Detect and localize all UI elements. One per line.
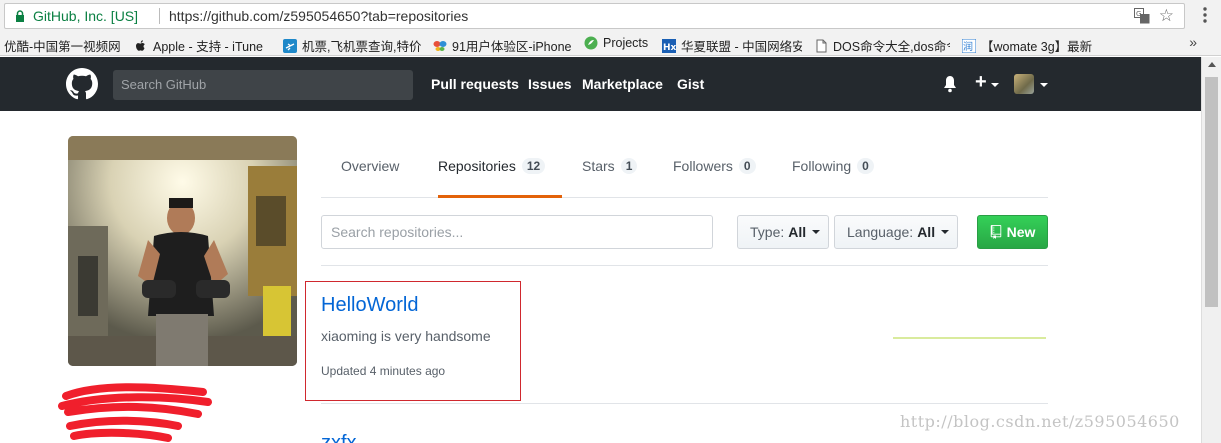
language-filter-dropdown[interactable]: Language: All [834, 215, 958, 249]
followers-counter: 0 [738, 158, 756, 174]
flight-icon [283, 38, 297, 53]
new-repository-button[interactable]: New [977, 215, 1048, 249]
apple-icon [136, 39, 145, 51]
butterfly-icon [433, 40, 447, 51]
bookmarks-bar: 优酷-中国第一视频网 Apple - 支持 - iTune 机票,飞机票查询,特… [0, 32, 1221, 56]
nav-pull-requests[interactable]: Pull requests [431, 76, 519, 92]
repo-description: xiaoming is very handsome [321, 328, 491, 344]
bookmark-label: Projects [603, 36, 649, 50]
lock-icon [16, 10, 24, 22]
svg-text:G: G [1136, 10, 1141, 18]
chevron-down-icon [812, 230, 821, 234]
page-icon [816, 39, 827, 52]
repo-activity-sparkline [893, 337, 1046, 339]
type-filter-value: All [788, 224, 807, 240]
chrome-menu-icon[interactable] [1203, 6, 1207, 24]
svg-text:Hx: Hx [663, 43, 676, 53]
site-identity[interactable]: GitHub, Inc. [US] [33, 8, 138, 24]
bookmark-label: 优酷-中国第一视频网 [4, 40, 121, 54]
bookmark-womate[interactable]: 润 【womate 3g】最新 [962, 36, 1100, 55]
repo-name-link[interactable]: zxfx [321, 432, 357, 443]
scroll-up-arrow-icon[interactable] [1208, 62, 1216, 67]
divider [321, 403, 1048, 404]
address-bar[interactable]: GitHub, Inc. [US] https://github.com/z59… [4, 3, 1185, 29]
profile-tabs: Overview Repositories 12 Stars 1 Followe… [321, 136, 1048, 198]
divider [321, 265, 1048, 266]
bookmark-projects[interactable]: Projects [584, 36, 656, 50]
following-counter: 0 [857, 158, 874, 174]
bookmark-label: 机票,飞机票查询,特价 [302, 40, 421, 54]
bookmark-label: 华夏联盟 - 中国网络安 [681, 40, 802, 54]
bookmark-label: 91用户体验区-iPhone [452, 40, 571, 54]
profile-avatar-photo[interactable] [68, 136, 297, 366]
bookmark-label: DOS命令大全,dos命令 [833, 40, 950, 54]
bookmark-91[interactable]: 91用户体验区-iPhone [433, 36, 571, 55]
projects-icon [584, 36, 598, 50]
chevron-down-icon[interactable] [1040, 83, 1048, 87]
tab-label: Following [792, 158, 852, 174]
nav-gist[interactable]: Gist [677, 76, 704, 92]
hx-icon: Hx [662, 38, 676, 53]
tab-following[interactable]: Following 0 [792, 158, 874, 174]
more-bookmarks-button[interactable]: » [1189, 34, 1197, 50]
repo-icon [990, 225, 1001, 239]
type-filter-label: Type: [750, 224, 785, 240]
language-filter-value: All [917, 224, 936, 240]
repo-name-link[interactable]: HelloWorld [321, 294, 418, 317]
new-button-label: New [1006, 224, 1036, 240]
bookmark-youku[interactable]: 优酷-中国第一视频网 [4, 36, 126, 55]
bookmark-hx[interactable]: Hx 华夏联盟 - 中国网络安 [662, 36, 802, 55]
browser-toolbar: GitHub, Inc. [US] https://github.com/z59… [0, 0, 1221, 32]
user-avatar[interactable] [1014, 74, 1034, 94]
tab-overview[interactable]: Overview [341, 158, 399, 174]
tab-label: Followers [673, 158, 733, 174]
blog-watermark: http://blog.csdn.net/z595054650 [900, 412, 1180, 431]
repo-updated-time: Updated 4 minutes ago [321, 364, 446, 378]
github-search-input[interactable]: Search GitHub [113, 70, 413, 100]
nav-marketplace[interactable]: Marketplace [582, 76, 663, 92]
notification-bell-icon[interactable] [942, 75, 958, 93]
chevron-down-icon [941, 230, 950, 234]
scrollbar-thumb[interactable] [1205, 77, 1218, 307]
bookmark-apple[interactable]: Apple - 支持 - iTune [134, 36, 270, 55]
github-logo-icon[interactable] [66, 68, 98, 100]
svg-text:润: 润 [963, 40, 973, 53]
bookmark-star-icon[interactable]: ☆ [1159, 6, 1174, 26]
github-header: Search GitHub Pull requests Issues Marke… [0, 57, 1201, 111]
url-separator [159, 8, 160, 24]
page-scrollbar[interactable] [1201, 57, 1221, 443]
bookmark-label: Apple - 支持 - iTune [153, 40, 263, 54]
type-filter-dropdown[interactable]: Type: All [737, 215, 829, 249]
womate-icon: 润 [962, 38, 976, 53]
tab-label: Overview [341, 158, 400, 174]
tab-followers[interactable]: Followers 0 [673, 158, 756, 174]
repositories-counter: 12 [521, 158, 546, 174]
bookmark-dos[interactable]: DOS命令大全,dos命令 [814, 36, 950, 55]
translate-icon[interactable]: G [1134, 8, 1150, 24]
tab-label: Repositories [438, 158, 516, 174]
language-filter-label: Language: [847, 224, 914, 240]
redacted-username-scribble [58, 383, 212, 442]
chevron-down-icon[interactable] [991, 83, 999, 87]
repository-search-input[interactable]: Search repositories... [321, 215, 713, 249]
url-text[interactable]: https://github.com/z595054650?tab=reposi… [169, 8, 468, 24]
bookmark-flights[interactable]: 机票,飞机票查询,特价 [283, 36, 421, 55]
nav-issues[interactable]: Issues [528, 76, 572, 92]
selected-tab-indicator [438, 195, 562, 198]
tab-repositories[interactable]: Repositories 12 [438, 158, 546, 174]
tab-stars[interactable]: Stars 1 [582, 158, 638, 174]
create-new-plus-icon[interactable]: + [975, 72, 987, 92]
stars-counter: 1 [620, 158, 638, 174]
tab-label: Stars [582, 158, 615, 174]
bookmark-label: 【womate 3g】最新 [981, 40, 1093, 54]
